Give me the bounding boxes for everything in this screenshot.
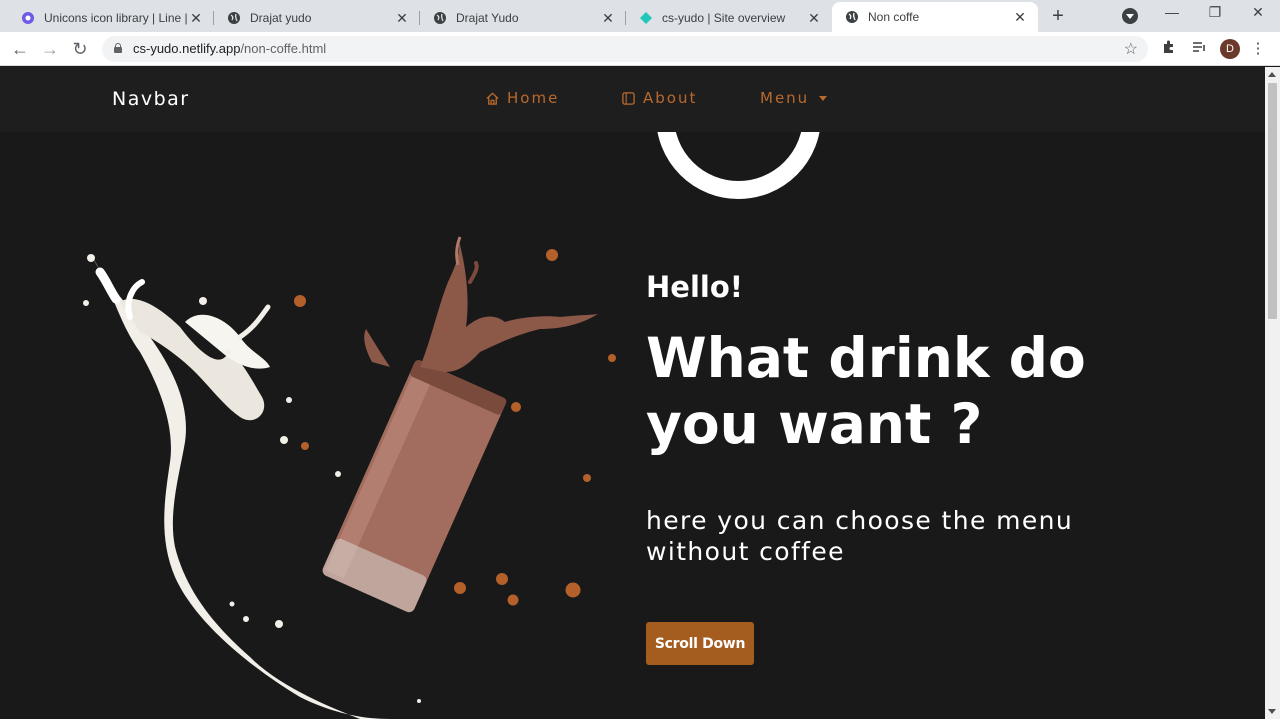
address-bar[interactable]: cs-yudo.netlify.app/non-coffe.html ☆ xyxy=(102,36,1148,62)
extensions-icon[interactable] xyxy=(1159,39,1179,59)
hero-subtitle: here you can choose the menu without cof… xyxy=(646,506,1074,566)
hero-greeting: Hello! xyxy=(646,270,743,304)
new-tab-icon[interactable]: + xyxy=(1046,6,1070,26)
globe-icon xyxy=(844,9,860,25)
browser-tab-active[interactable]: Non coffe ✕ xyxy=(832,2,1038,32)
hero-headline-line: What drink do xyxy=(646,326,1086,390)
scroll-down-arrow-icon[interactable] xyxy=(1268,709,1276,714)
scroll-down-button[interactable]: Scroll Down xyxy=(646,622,754,665)
nav-link-home[interactable]: Home xyxy=(485,89,559,107)
tab-title: Unicons icon library | Line | M xyxy=(44,11,188,25)
profile-avatar[interactable]: D xyxy=(1220,39,1240,59)
close-icon[interactable]: ✕ xyxy=(394,10,410,27)
more-menu-icon[interactable]: ⋮ xyxy=(1248,39,1268,59)
globe-icon xyxy=(432,10,448,26)
web-page: Navbar Home About Menu Hello! What drink… xyxy=(0,67,1265,719)
close-icon[interactable]: ✕ xyxy=(188,10,204,27)
tab-search-icon[interactable] xyxy=(1122,8,1138,24)
navbar-brand[interactable]: Navbar xyxy=(112,88,190,110)
scroll-up-arrow-icon[interactable] xyxy=(1268,72,1276,77)
tab-title: Non coffe xyxy=(868,10,920,24)
reading-list-icon[interactable] xyxy=(1189,39,1209,59)
url-host: cs-yudo.netlify.app xyxy=(133,41,241,56)
close-icon[interactable]: ✕ xyxy=(806,10,822,27)
square-icon xyxy=(622,91,635,105)
url-text[interactable]: cs-yudo.netlify.app/non-coffe.html xyxy=(133,41,326,56)
url-path: /non-coffe.html xyxy=(240,41,327,56)
nav-link-label: Home xyxy=(507,89,560,107)
lock-icon xyxy=(114,43,122,53)
nav-link-about[interactable]: About xyxy=(621,89,697,107)
browser-tab[interactable]: Drajat Yudo ✕ xyxy=(420,4,626,32)
restore-icon[interactable]: ❐ xyxy=(1192,4,1238,21)
milk-chocolate-splash-image xyxy=(83,236,616,719)
hero-headline-line: you want ? xyxy=(646,392,983,456)
close-window-icon[interactable]: ✕ xyxy=(1235,4,1280,21)
globe-icon xyxy=(226,10,242,26)
caret-down-icon xyxy=(819,95,828,101)
browser-tab-strip: Unicons icon library | Line | M ✕ Drajat… xyxy=(0,0,1280,32)
tab-title: Drajat yudo xyxy=(250,11,312,25)
tab-title: cs-yudo | Site overview xyxy=(662,11,786,25)
nav-link-label: Menu xyxy=(760,89,810,107)
bookmark-star-icon[interactable]: ☆ xyxy=(1124,39,1138,59)
tab-title: Drajat Yudo xyxy=(456,11,519,25)
minimize-icon[interactable]: — xyxy=(1149,4,1195,20)
close-icon[interactable]: ✕ xyxy=(1012,9,1028,26)
back-icon[interactable]: ← xyxy=(8,37,32,61)
browser-tab[interactable]: cs-yudo | Site overview ✕ xyxy=(626,4,832,32)
page-scrollbar[interactable] xyxy=(1265,67,1280,719)
reload-icon[interactable]: ↻ xyxy=(68,37,92,61)
close-icon[interactable]: ✕ xyxy=(600,10,616,27)
nav-dropdown-menu[interactable]: Menu xyxy=(760,89,828,107)
forward-icon[interactable]: → xyxy=(38,37,62,61)
hero-headline: What drink do you want ? xyxy=(646,325,1206,457)
scrollbar-thumb[interactable] xyxy=(1268,83,1277,319)
unicons-icon xyxy=(20,10,36,26)
browser-tab[interactable]: Unicons icon library | Line | M ✕ xyxy=(8,4,214,32)
nav-link-label: About xyxy=(643,89,698,107)
browser-toolbar: ← → ↻ cs-yudo.netlify.app/non-coffe.html… xyxy=(0,32,1280,66)
netlify-icon xyxy=(638,10,654,26)
home-icon xyxy=(486,92,499,105)
browser-tab[interactable]: Drajat yudo ✕ xyxy=(214,4,420,32)
site-navbar: Navbar Home About Menu xyxy=(0,67,1265,132)
